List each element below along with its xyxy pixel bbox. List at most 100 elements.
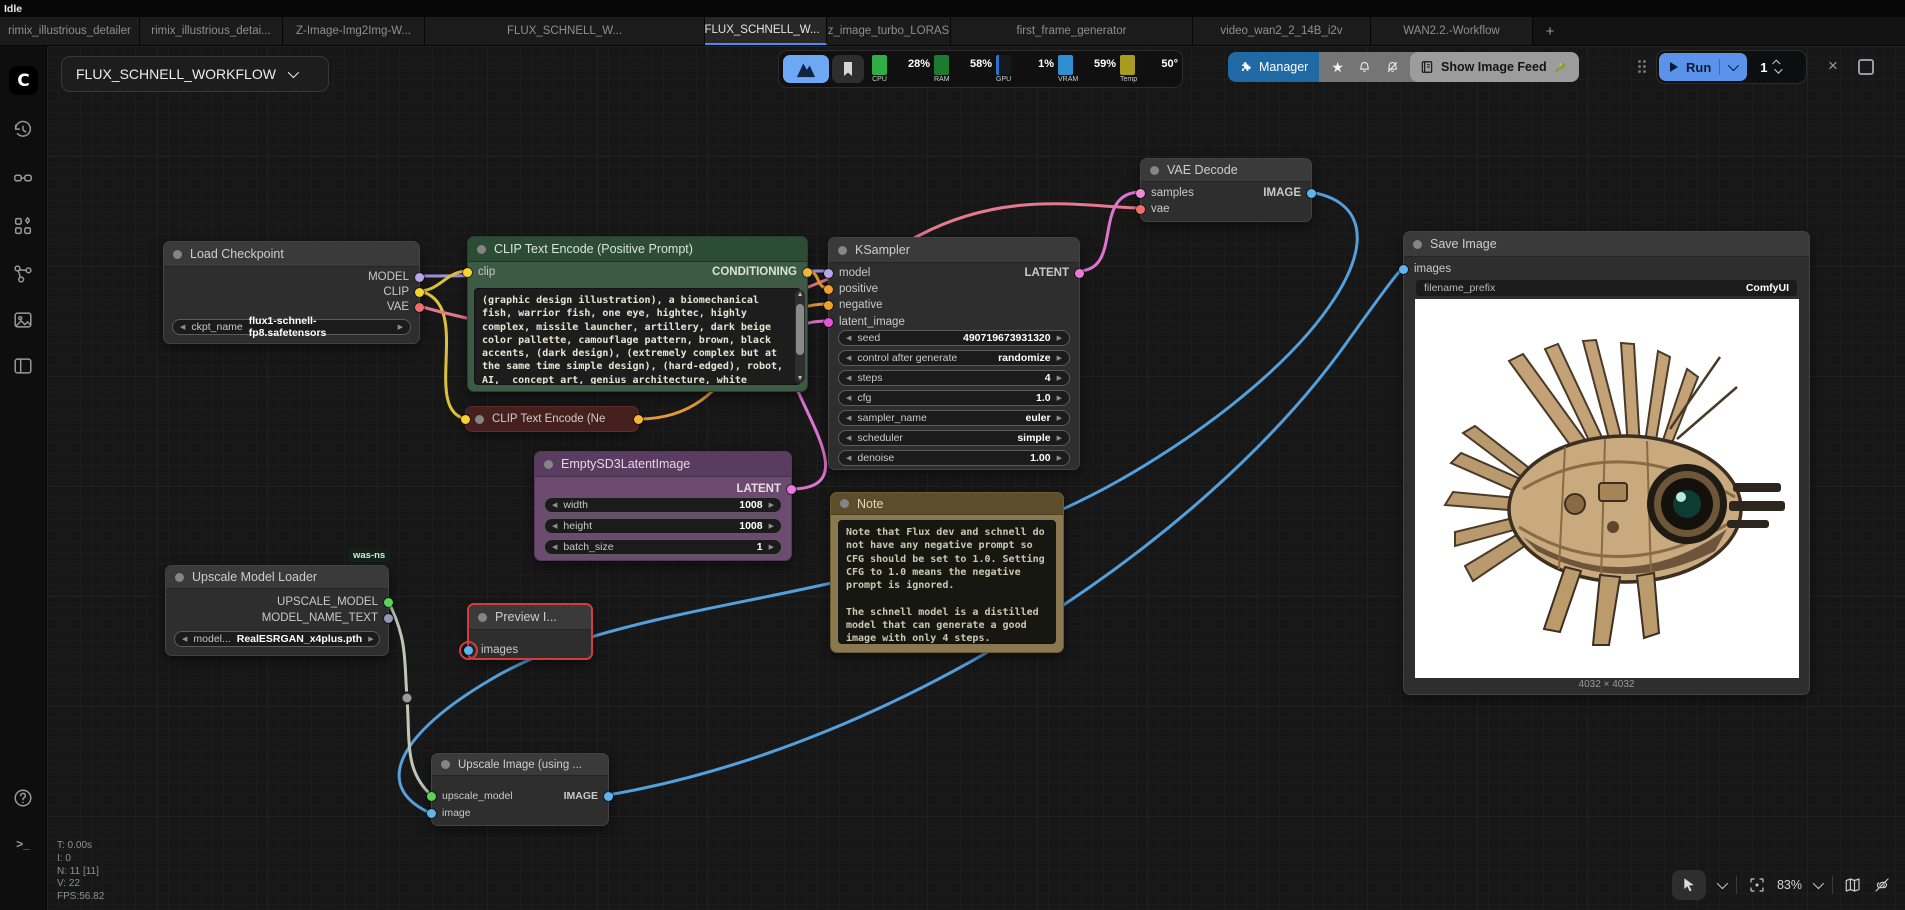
zoom-level[interactable]: 83% [1777, 878, 1802, 892]
node-header[interactable]: Upscale Image (using ... [432, 754, 608, 776]
node-header[interactable]: KSampler [829, 238, 1079, 263]
show-image-feed-button[interactable]: Show Image Feed [1410, 52, 1579, 82]
node-upscale-model-loader[interactable]: Upscale Model Loader UPSCALE_MODEL MODEL… [165, 565, 389, 656]
generated-image-preview[interactable] [1415, 299, 1799, 678]
collapse-dot[interactable] [544, 460, 553, 469]
widget-denoise[interactable]: ◀denoise1.00▶ [838, 450, 1070, 466]
widget-steps[interactable]: ◀steps4▶ [838, 370, 1070, 386]
node-header[interactable]: CLIP Text Encode (Ne [466, 407, 638, 431]
collapse-dot[interactable] [441, 760, 450, 769]
widget-cfg[interactable]: ◀cfg1.0▶ [838, 390, 1070, 406]
node-empty-sd3-latent-image[interactable]: EmptySD3LatentImage LATENT ◀width1008▶ ◀… [534, 451, 792, 561]
tab-z-image-img2img[interactable]: Z-Image-Img2Img-W... [283, 17, 425, 45]
collapse-dot[interactable] [478, 613, 487, 622]
node-header[interactable]: CLIP Text Encode (Positive Prompt) [468, 237, 807, 262]
widget-batch-size[interactable]: ◀batch_size1▶ [544, 539, 782, 555]
run-options-chevron-icon[interactable] [1728, 60, 1739, 71]
input-image[interactable]: image [427, 807, 471, 819]
input-clip[interactable]: clip [463, 266, 495, 278]
workflows-graph-icon[interactable] [11, 262, 35, 286]
toolbar-drag-handle[interactable] [1638, 60, 1646, 73]
input-images[interactable] [464, 646, 473, 655]
bookmark-button[interactable] [832, 55, 864, 83]
widget-filename-prefix[interactable]: filename_prefixComfyUI [1416, 280, 1797, 296]
widget-width[interactable]: ◀width1008▶ [544, 497, 782, 513]
collapse-dot[interactable] [1150, 166, 1159, 175]
tab-flux-schnell-1[interactable]: FLUX_SCHNELL_W... [425, 17, 705, 45]
prompt-textarea[interactable]: (graphic design illustration), a biomech… [474, 288, 801, 385]
node-library-icon[interactable] [11, 166, 35, 190]
input-negative[interactable]: negative [824, 299, 882, 311]
collapse-dot[interactable] [477, 245, 486, 254]
collapse-dot[interactable] [1413, 240, 1422, 249]
new-tab-button[interactable]: + [1533, 17, 1567, 45]
gallery-icon[interactable] [11, 308, 35, 332]
input-model[interactable]: model [824, 267, 870, 279]
cancel-run-button[interactable]: × [1822, 55, 1844, 77]
collapse-dot[interactable] [173, 250, 182, 259]
input-positive[interactable]: positive [824, 283, 878, 295]
widget-seed[interactable]: ◀seed490719673931320▶ [838, 330, 1070, 346]
widget-control-after-generate[interactable]: ◀control after generaterandomize▶ [838, 350, 1070, 366]
run-button[interactable]: Run [1659, 53, 1747, 81]
output-conditioning[interactable]: CONDITIONING [712, 266, 812, 278]
workflow-history-icon[interactable] [11, 118, 35, 142]
node-header[interactable]: Preview I... [469, 605, 591, 630]
output-image[interactable]: IMAGE [564, 790, 613, 802]
node-header[interactable]: Load Checkpoint [164, 242, 419, 267]
tab-wan2-2-workflow[interactable]: WAN2.2.-Workflow [1371, 17, 1533, 45]
input-images[interactable]: images [1399, 263, 1451, 275]
collapse-dot[interactable] [175, 573, 184, 582]
collapse-dot[interactable] [475, 415, 484, 424]
star-icon[interactable]: ★ [1331, 60, 1344, 74]
terminal-icon[interactable]: >_ [11, 832, 35, 856]
output-conditioning[interactable] [634, 415, 643, 424]
tab-rimix-illustrious-detailer[interactable]: rimix_illustrious_detailer [0, 17, 140, 45]
layout-panels-icon[interactable] [11, 354, 35, 378]
widget-scheduler[interactable]: ◀schedulersimple▶ [838, 430, 1070, 446]
node-note[interactable]: Note Note that Flux dev and schnell do n… [830, 492, 1064, 653]
node-header[interactable]: Save Image [1404, 232, 1809, 257]
tool-chevron-icon[interactable] [1717, 878, 1728, 889]
stop-button[interactable] [1858, 59, 1874, 75]
node-clip-text-encode-negative[interactable]: CLIP Text Encode (Ne [465, 406, 639, 432]
tab-flux-schnell-2-active[interactable]: FLUX_SCHNELL_W... [705, 17, 827, 45]
widget-ckpt-name[interactable]: ◀ckpt_nameflux1-schnell-fp8.safetensors▶ [172, 319, 411, 335]
batch-count-stepper[interactable]: 1 [1750, 53, 1804, 81]
minimap-icon[interactable] [1844, 876, 1862, 894]
output-model[interactable]: MODEL [368, 271, 424, 283]
node-header[interactable]: Note [831, 493, 1063, 515]
output-latent[interactable]: LATENT [1024, 267, 1084, 279]
textarea-scrollbar[interactable]: ▲▼ [795, 290, 805, 383]
tab-z-image-turbo-loras[interactable]: z_image_turbo_LORAS [827, 17, 951, 45]
input-samples[interactable]: samples [1136, 187, 1194, 199]
node-save-image[interactable]: Save Image images filename_prefixComfyUI [1403, 231, 1810, 695]
node-preview-image[interactable]: Preview I... images [467, 603, 593, 660]
model-library-icon[interactable] [11, 214, 35, 238]
manager-button[interactable]: Manager [1228, 52, 1319, 82]
node-vae-decode[interactable]: VAE Decode samples vae IMAGE [1140, 158, 1312, 222]
zoom-chevron-icon[interactable] [1813, 878, 1824, 889]
tab-video-wan2-2-14b-i2v[interactable]: video_wan2_2_14B_i2v [1193, 17, 1371, 45]
node-load-checkpoint[interactable]: Load Checkpoint MODEL CLIP VAE ◀ckpt_nam… [163, 241, 420, 344]
node-header[interactable]: VAE Decode [1141, 159, 1311, 182]
output-model-name-text[interactable]: MODEL_NAME_TEXT [262, 612, 393, 624]
collapse-dot[interactable] [838, 246, 847, 255]
output-upscale-model[interactable]: UPSCALE_MODEL [277, 596, 393, 608]
stepper-arrows[interactable] [1774, 60, 1780, 74]
help-icon[interactable] [11, 786, 35, 810]
pointer-tool-button[interactable] [1672, 870, 1706, 900]
fit-view-icon[interactable] [1748, 876, 1766, 894]
input-upscale-model[interactable]: upscale_model [427, 790, 513, 802]
node-header[interactable]: EmptySD3LatentImage [535, 452, 791, 477]
widget-height[interactable]: ◀height1008▶ [544, 518, 782, 534]
workflow-title-pill[interactable]: FLUX_SCHNELL_WORKFLOW [61, 56, 329, 92]
tab-rimix-illustrious-detai[interactable]: rimix_illustrious_detai... [140, 17, 283, 45]
tab-first-frame-generator[interactable]: first_frame_generator [951, 17, 1193, 45]
input-latent-image[interactable]: latent_image [824, 316, 905, 328]
node-upscale-image[interactable]: Upscale Image (using ... upscale_model i… [431, 753, 609, 826]
toggle-links-icon[interactable] [1873, 876, 1891, 894]
output-vae[interactable]: VAE [387, 301, 424, 313]
input-clip[interactable] [461, 415, 470, 424]
node-clip-text-encode-positive[interactable]: CLIP Text Encode (Positive Prompt) clip … [467, 236, 808, 392]
